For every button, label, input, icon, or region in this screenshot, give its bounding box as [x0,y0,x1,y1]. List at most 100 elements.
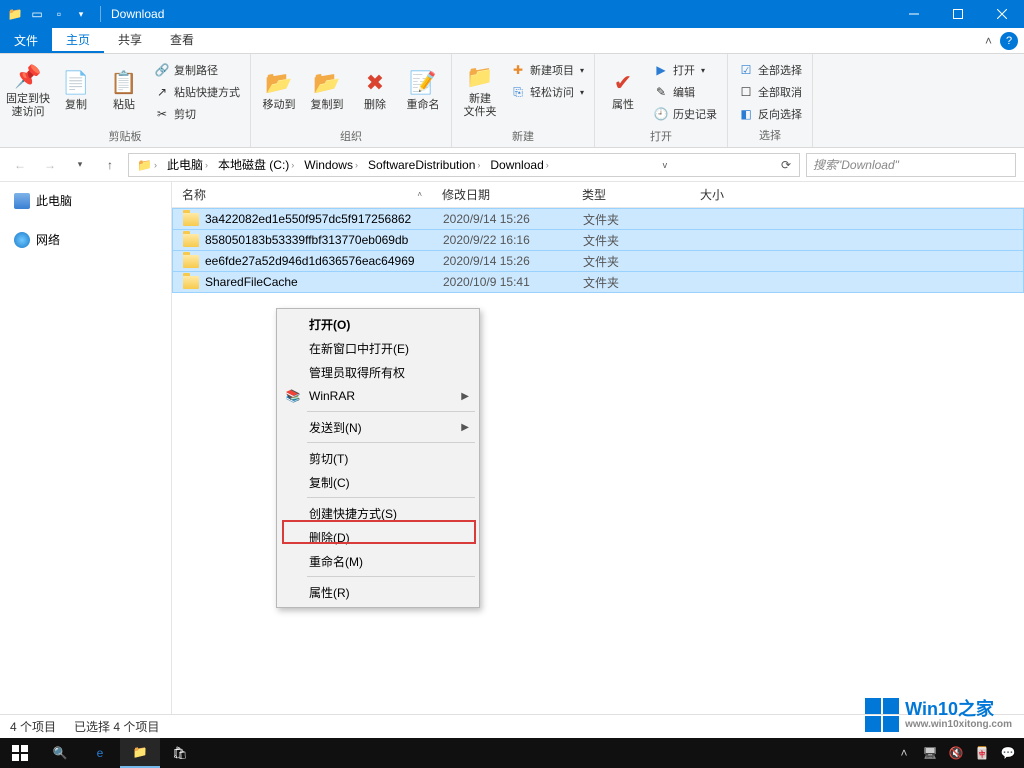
properties-button[interactable]: ✔属性 [601,56,645,126]
search-input[interactable]: 搜索"Download" [806,153,1016,177]
ctx-delete[interactable]: 删除(D) [279,525,477,549]
file-tab[interactable]: 文件 [0,28,52,53]
addr-dropdown-icon[interactable]: v [659,160,672,170]
table-row[interactable]: 858050183b53339ffbf313770eb069db2020/9/2… [172,229,1024,251]
tray-notifications-icon[interactable]: 💬 [1000,745,1016,761]
column-header-size[interactable]: 大小 [690,186,770,203]
win10-logo-icon [865,698,899,732]
ctx-cut[interactable]: 剪切(T) [279,446,477,470]
breadcrumb[interactable]: Windows› [300,158,362,172]
address-bar[interactable]: 📁› 此电脑› 本地磁盘 (C:)› Windows› SoftwareDist… [128,153,800,177]
properties-icon: ✔ [609,69,637,97]
easyaccess-icon: ⎘ [510,84,526,100]
group-clipboard-label: 剪贴板 [6,126,244,146]
select-none-button[interactable]: ☐全部取消 [734,82,806,102]
status-item-count: 4 个项目 [10,718,56,735]
easy-access-button[interactable]: ⎘轻松访问▾ [506,82,588,102]
ctx-rename[interactable]: 重命名(M) [279,549,477,573]
select-all-button[interactable]: ☑全部选择 [734,60,806,80]
copy-to-button[interactable]: 📂复制到 [305,56,349,126]
breadcrumb[interactable]: Download› [486,158,552,172]
store-button[interactable]: 🛍 [160,738,200,768]
tray-volume-icon[interactable]: 🔇 [948,745,964,761]
qat-dropdown-icon[interactable]: ▾ [72,5,90,23]
minimize-button[interactable] [892,0,936,28]
paste-button[interactable]: 📋粘贴 [102,56,146,126]
sidebar-item-this-pc[interactable]: 此电脑 [0,188,171,213]
ctx-create-shortcut[interactable]: 创建快捷方式(S) [279,501,477,525]
ctx-winrar[interactable]: 📚WinRAR▶ [279,384,477,408]
help-icon[interactable]: ? [1000,32,1018,50]
column-header-type[interactable]: 类型 [572,186,690,203]
refresh-icon[interactable]: ⟳ [777,158,795,172]
delete-button[interactable]: ✖删除 [353,56,397,126]
ctx-open[interactable]: 打开(O) [279,312,477,336]
winrar-icon: 📚 [285,388,301,404]
tray-up-icon[interactable]: ˄ [896,745,912,761]
selectnone-icon: ☐ [738,84,754,100]
shortcut-icon: ↗ [154,84,170,100]
paste-shortcut-button[interactable]: ↗粘贴快捷方式 [150,82,244,102]
ctx-copy[interactable]: 复制(C) [279,470,477,494]
ctx-admin-ownership[interactable]: 管理员取得所有权 [279,360,477,384]
nav-up-button[interactable]: ↑ [98,153,122,177]
table-row[interactable]: 3a422082ed1e550f957dc5f9172568622020/9/1… [172,208,1024,230]
start-button[interactable] [0,738,40,768]
table-row[interactable]: ee6fde27a52d946d1d636576eac649692020/9/1… [172,250,1024,272]
cut-button[interactable]: ✂剪切 [150,104,244,124]
group-select-label: 选择 [734,125,806,145]
folder-icon: 📁 [6,5,24,23]
home-tab[interactable]: 主页 [52,28,104,53]
pin-quick-access-button[interactable]: 📌固定到快 速访问 [6,56,50,126]
network-icon [14,232,30,248]
pc-icon [14,193,30,209]
rename-button[interactable]: 📝重命名 [401,56,445,126]
copy-button[interactable]: 📄复制 [54,56,98,126]
nav-back-button[interactable]: ← [8,153,32,177]
new-item-button[interactable]: ✚新建项目▾ [506,60,588,80]
watermark: Win10之家www.win10xitong.com [865,698,1012,732]
group-organize-label: 组织 [257,126,445,146]
nav-recent-dropdown[interactable]: ▾ [68,153,92,177]
delete-icon: ✖ [361,69,389,97]
ctx-send-to[interactable]: 发送到(N)▶ [279,415,477,439]
qat-props-icon[interactable]: ▭ [28,5,46,23]
ribbon-collapse-icon[interactable]: ˄ [985,34,992,48]
breadcrumb[interactable]: 本地磁盘 (C:)› [214,156,298,173]
group-open-label: 打开 [601,126,721,146]
view-tab[interactable]: 查看 [156,28,208,53]
share-tab[interactable]: 共享 [104,28,156,53]
edit-button[interactable]: ✎编辑 [649,82,721,102]
history-button[interactable]: 🕘历史记录 [649,104,721,124]
nav-forward-button[interactable]: → [38,153,62,177]
column-header-name[interactable]: 名称˄ [172,186,432,203]
column-header-date[interactable]: 修改日期 [432,186,572,203]
history-icon: 🕘 [653,106,669,122]
close-button[interactable] [980,0,1024,28]
open-button[interactable]: ▶打开▾ [649,60,721,80]
tray-network-icon[interactable]: 🖥 [922,745,938,761]
copy-icon: 📄 [62,69,90,97]
move-to-button[interactable]: 📂移动到 [257,56,301,126]
copy-path-button[interactable]: 🔗复制路径 [150,60,244,80]
qat-new-icon[interactable]: ▫ [50,5,68,23]
chevron-right-icon: ▶ [461,422,469,433]
search-button[interactable]: 🔍 [40,738,80,768]
breadcrumb[interactable]: 此电脑› [163,156,212,173]
ctx-open-new-window[interactable]: 在新窗口中打开(E) [279,336,477,360]
invert-selection-button[interactable]: ◧反向选择 [734,104,806,124]
new-folder-button[interactable]: 📁新建 文件夹 [458,56,502,126]
folder-icon: 📁 [137,158,152,172]
edge-button[interactable]: e [80,738,120,768]
maximize-button[interactable] [936,0,980,28]
table-row[interactable]: SharedFileCache2020/10/9 15:41文件夹 [172,271,1024,293]
context-menu: 打开(O) 在新窗口中打开(E) 管理员取得所有权 📚WinRAR▶ 发送到(N… [276,308,480,608]
sidebar-item-network[interactable]: 网络 [0,227,171,252]
breadcrumb[interactable]: SoftwareDistribution› [364,158,484,172]
folder-icon [183,234,199,247]
explorer-button[interactable]: 📁 [120,738,160,768]
ctx-properties[interactable]: 属性(R) [279,580,477,604]
sort-asc-icon: ˄ [417,190,422,199]
tray-ime-icon[interactable]: 🀄 [974,745,990,761]
copyto-icon: 📂 [313,69,341,97]
